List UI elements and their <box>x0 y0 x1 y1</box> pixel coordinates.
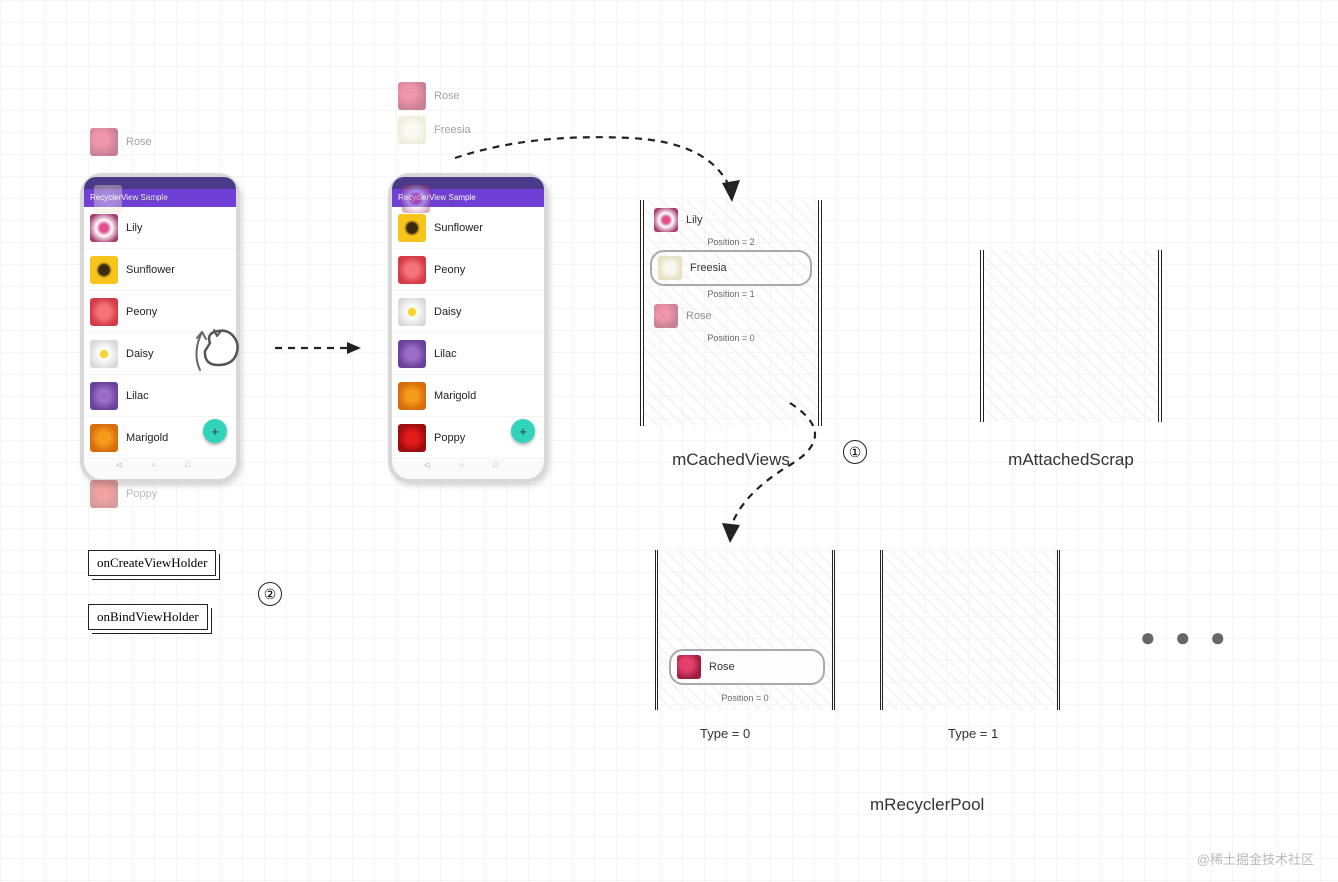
nav-bar: ◁ ○ □ <box>84 461 236 469</box>
fab-add-button[interactable]: + <box>203 419 227 443</box>
list-item[interactable]: Sunflower <box>84 249 236 291</box>
marigold-icon <box>90 424 118 452</box>
item-label: Marigold <box>434 390 476 402</box>
cached-item: Rose <box>648 302 814 330</box>
ellipsis-icon: ● ● ● <box>1140 622 1232 653</box>
freesia-icon <box>398 116 426 144</box>
item-label: Sunflower <box>126 264 175 276</box>
list-item[interactable]: Marigold <box>392 375 544 417</box>
lily-icon <box>402 185 430 213</box>
onbind-callout: onBindViewHolder <box>88 604 208 630</box>
item-label: Daisy <box>126 348 154 360</box>
peek-label: Freesia <box>130 193 167 205</box>
mattachedscrap-label: mAttachedScrap <box>980 450 1162 470</box>
type-1-label: Type = 1 <box>948 726 998 741</box>
lilac-icon <box>398 340 426 368</box>
peek-row: Poppy <box>90 480 157 508</box>
position-label: Position = 0 <box>655 693 835 703</box>
daisy-icon <box>398 298 426 326</box>
freesia-icon <box>658 256 682 280</box>
peek-row: Freesia <box>94 185 167 213</box>
cached-label: Freesia <box>690 262 727 274</box>
peek-label: Poppy <box>126 488 157 500</box>
lily-icon <box>90 214 118 242</box>
item-label: Lily <box>126 222 143 234</box>
list-item[interactable]: Lilac <box>392 333 544 375</box>
pool-type-0: Rose Position = 0 <box>655 550 835 710</box>
type-0-label: Type = 0 <box>700 726 750 741</box>
freesia-icon <box>94 185 122 213</box>
lily-icon <box>654 208 678 232</box>
item-label: Sunflower <box>434 222 483 234</box>
cached-label: Lily <box>686 214 703 226</box>
daisy-icon <box>90 340 118 368</box>
pool-label: Rose <box>709 661 735 673</box>
lilac-icon <box>90 382 118 410</box>
mattachedscrap-box <box>980 250 1162 422</box>
fab-add-button[interactable]: + <box>511 419 535 443</box>
peek-label: Rose <box>126 136 152 148</box>
arrow-scroll <box>275 338 365 358</box>
plus-icon: + <box>211 424 219 439</box>
cached-item: Lily <box>648 206 814 234</box>
poppy-icon <box>90 480 118 508</box>
phone-after: Lily RecyclerView Sample Sunflower Peony… <box>388 173 548 483</box>
oncreate-callout: onCreateViewHolder <box>88 550 216 576</box>
nav-bar: ◁ ○ □ <box>392 461 544 469</box>
item-label: Marigold <box>126 432 168 444</box>
poppy-icon <box>398 424 426 452</box>
plus-icon: + <box>519 424 527 439</box>
cached-label: Rose <box>686 310 712 322</box>
sunflower-icon <box>398 214 426 242</box>
rose-icon <box>90 128 118 156</box>
position-label: Position = 0 <box>648 333 814 343</box>
position-label: Position = 2 <box>648 237 814 247</box>
mcachedviews-box: Lily Position = 2 Freesia Position = 1 R… <box>640 200 822 426</box>
marker-2: ② <box>258 582 282 606</box>
list-item[interactable]: Daisy <box>392 291 544 333</box>
item-label: Lilac <box>126 390 149 402</box>
peek-label: Rose <box>434 90 460 102</box>
position-label: Position = 1 <box>648 289 814 299</box>
peony-icon <box>90 298 118 326</box>
cached-item-highlight: Freesia <box>650 250 812 286</box>
marigold-icon <box>398 382 426 410</box>
peek-row: Rose <box>90 128 152 156</box>
list-item[interactable]: Peony <box>392 249 544 291</box>
peek-row: Rose <box>398 82 471 110</box>
sunflower-icon <box>90 256 118 284</box>
rose-icon <box>398 82 426 110</box>
peek-row: Lily <box>402 185 455 213</box>
phone1-peek: Rose <box>90 128 152 162</box>
item-label: Poppy <box>434 432 465 444</box>
swipe-gesture-icon <box>180 318 250 388</box>
item-label: Daisy <box>434 306 462 318</box>
mrecyclerpool-label: mRecyclerPool <box>870 795 984 815</box>
pool-type-1 <box>880 550 1060 715</box>
watermark: @稀土掘金技术社区 <box>1197 849 1314 868</box>
item-label: Lilac <box>434 348 457 360</box>
pool-item: Rose <box>669 649 825 685</box>
rose-icon <box>677 655 701 679</box>
list-item[interactable]: Lily <box>84 207 236 249</box>
rose-icon <box>654 304 678 328</box>
item-label: Peony <box>434 264 465 276</box>
peony-icon <box>398 256 426 284</box>
arrow-to-pool <box>690 395 860 545</box>
item-label: Peony <box>126 306 157 318</box>
